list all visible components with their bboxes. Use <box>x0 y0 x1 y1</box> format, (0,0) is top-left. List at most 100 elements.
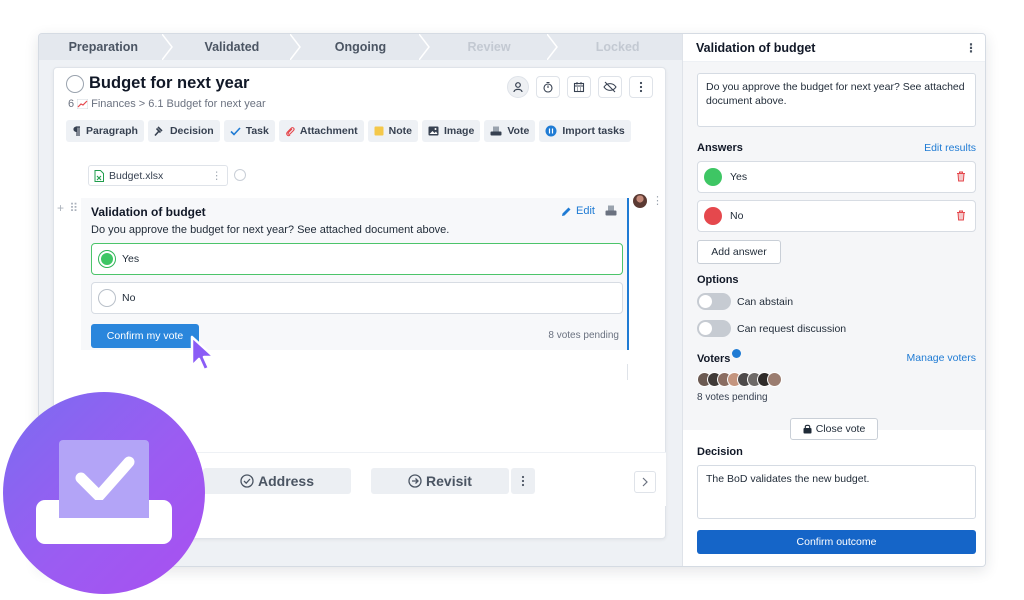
insert-paragraph-button[interactable]: Paragraph <box>66 120 144 142</box>
step-validated[interactable]: Validated <box>168 34 302 60</box>
attachment-menu-icon[interactable]: ⋮ <box>212 170 223 182</box>
question-textarea[interactable]: Do you approve the budget for next year?… <box>697 73 976 127</box>
breadcrumb-item[interactable]: 6.1 Budget for next year <box>148 98 265 110</box>
step-preparation[interactable]: Preparation <box>39 34 173 60</box>
timer-button[interactable] <box>536 76 560 98</box>
next-item-button[interactable] <box>634 471 656 493</box>
edit-results-link[interactable]: Edit results <box>924 142 976 154</box>
chevron-separator-icon <box>547 34 559 60</box>
calendar-button[interactable] <box>567 76 591 98</box>
ballot-check-icon <box>36 440 172 544</box>
insert-vote-button[interactable]: Vote <box>484 120 536 142</box>
manage-voters-link[interactable]: Manage voters <box>907 352 976 364</box>
edit-vote-link[interactable]: Edit <box>561 205 595 217</box>
option-label: Can abstain <box>737 295 794 308</box>
breadcrumb-separator: > <box>138 98 146 110</box>
revisit-options-button[interactable] <box>511 468 535 494</box>
gavel-icon <box>154 125 163 136</box>
tool-label: Note <box>388 125 412 137</box>
panel-title: Validation of budget <box>696 40 816 55</box>
more-menu-button[interactable] <box>629 76 653 98</box>
add-answer-button[interactable]: Add answer <box>697 240 781 264</box>
breadcrumb-section[interactable]: Finances <box>91 98 136 110</box>
address-label: Address <box>257 473 315 489</box>
item-actions <box>507 76 653 98</box>
toggle-switch[interactable] <box>697 293 731 310</box>
check-icon <box>230 126 241 136</box>
stopwatch-icon <box>543 81 553 93</box>
complete-circle-icon[interactable] <box>66 74 84 93</box>
trash-icon[interactable] <box>956 171 966 182</box>
voters-label: Voters <box>697 353 731 365</box>
step-label: Validated <box>204 40 260 54</box>
add-attachment-icon[interactable] <box>234 169 246 181</box>
excel-file-icon <box>94 169 104 182</box>
info-icon[interactable] <box>732 349 742 358</box>
attachment-file[interactable]: Budget.xlsx ⋮ <box>88 165 228 186</box>
answer-row-yes[interactable]: Yes <box>697 161 976 193</box>
votes-pending: 8 votes pending <box>548 330 619 341</box>
assignee-button[interactable] <box>507 76 529 98</box>
vote-settings-panel: Validation of budget ⋮ Do you approve th… <box>682 34 985 566</box>
breadcrumb: 6 Finances > 6.1 Budget for next year <box>68 98 266 110</box>
revisit-label: Revisit <box>426 473 472 489</box>
panel-menu-icon[interactable]: ⋮ <box>965 41 977 55</box>
tool-label: Attachment <box>299 125 358 137</box>
insert-note-button[interactable]: Note <box>367 120 418 142</box>
ballot-badge <box>3 392 205 594</box>
insert-decision-button[interactable]: Decision <box>147 120 220 142</box>
step-ongoing[interactable]: Ongoing <box>296 34 430 60</box>
vote-option-no[interactable]: No <box>91 282 623 314</box>
drag-handle-icon[interactable]: + ⠿ <box>57 201 79 215</box>
avatar[interactable] <box>633 194 647 208</box>
vote-option-label: Yes <box>122 253 140 265</box>
edit-label: Edit <box>576 205 595 217</box>
answers-label: Answers <box>697 142 743 154</box>
confirm-outcome-button[interactable]: Confirm outcome <box>697 530 976 554</box>
step-label: Locked <box>595 40 640 54</box>
panel-body: Do you approve the budget for next year?… <box>683 62 985 430</box>
radio-empty-icon <box>98 289 116 307</box>
step-locked[interactable]: Locked <box>553 34 682 60</box>
insert-toolbar: Paragraph Decision Task Attachment Note … <box>66 120 631 142</box>
toggle-switch[interactable] <box>697 320 731 337</box>
panel-header: Validation of budget ⋮ <box>683 34 985 62</box>
block-menu-icon[interactable]: ⋮ <box>652 194 663 207</box>
attachment-name: Budget.xlsx <box>109 169 164 182</box>
revisit-button[interactable]: Revisit <box>371 468 509 494</box>
step-review[interactable]: Review <box>425 34 559 60</box>
option-can-abstain[interactable]: Can abstain <box>697 293 793 310</box>
divider <box>627 364 628 380</box>
answer-label: No <box>730 210 744 222</box>
decision-label: Decision <box>697 446 743 458</box>
step-label: Review <box>467 40 511 54</box>
insert-attachment-button[interactable]: Attachment <box>278 120 364 142</box>
item-title-row: Budget for next year <box>66 74 249 93</box>
kebab-menu-icon <box>639 81 643 93</box>
chart-icon <box>77 99 89 109</box>
import-tasks-button[interactable]: Import tasks <box>539 120 631 142</box>
option-can-request-discussion[interactable]: Can request discussion <box>697 320 846 337</box>
insert-image-button[interactable]: Image <box>421 120 481 142</box>
vote-option-yes[interactable]: Yes <box>91 243 623 275</box>
chevron-separator-icon <box>290 34 302 60</box>
options-label: Options <box>697 274 739 286</box>
close-vote-button[interactable]: Close vote <box>790 418 878 440</box>
address-button[interactable]: Address <box>203 468 351 494</box>
item-title: Budget for next year <box>89 74 250 92</box>
trash-icon[interactable] <box>956 210 966 221</box>
tool-label: Task <box>245 125 269 137</box>
confirm-vote-button[interactable]: Confirm my vote <box>91 324 199 348</box>
answer-row-no[interactable]: No <box>697 200 976 232</box>
check-circle-icon <box>240 474 254 488</box>
tool-label: Vote <box>507 125 530 137</box>
voter-avatars[interactable] <box>697 372 782 387</box>
insert-task-button[interactable]: Task <box>223 120 275 142</box>
voters-label-row: Voters <box>697 349 742 365</box>
vote-block: + ⠿ Validation of budget Edit Do you app… <box>57 198 629 350</box>
tool-label: Import tasks <box>562 125 625 137</box>
tool-label: Decision <box>169 125 214 137</box>
hide-button[interactable] <box>598 76 622 98</box>
chevron-separator-icon <box>161 34 173 60</box>
decision-textarea[interactable]: The BoD validates the new budget. <box>697 465 976 519</box>
